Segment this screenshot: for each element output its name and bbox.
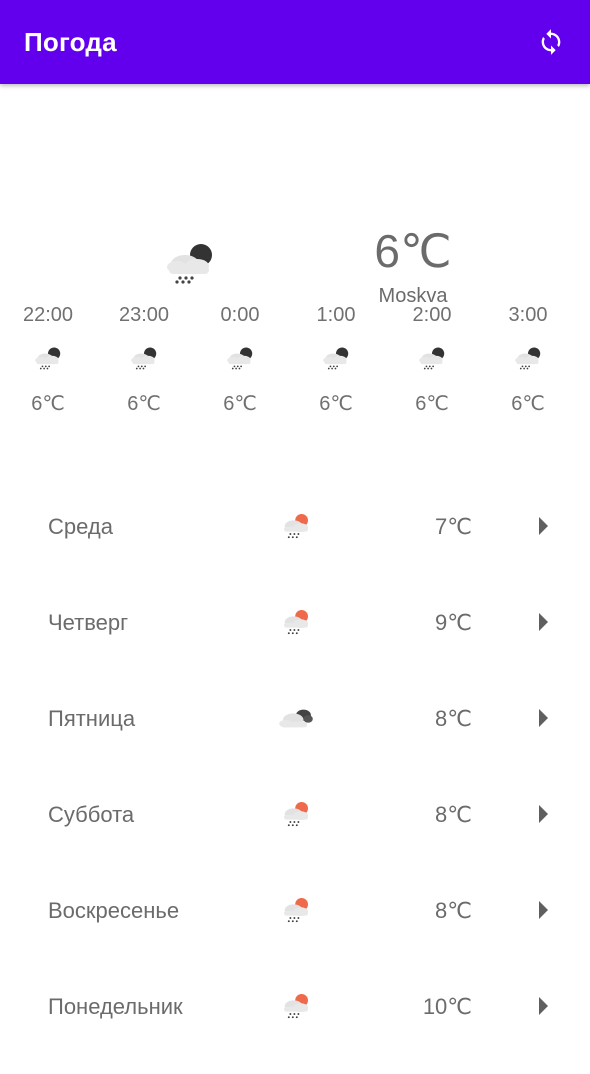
day-name: Пятница: [48, 706, 136, 731]
hour-time: 2:00: [412, 304, 452, 326]
hourly-item: 2:00 6℃: [384, 300, 480, 416]
day-temperature: 8℃: [435, 802, 472, 827]
chevron-right-icon[interactable]: [535, 898, 551, 922]
day-name: Воскресенье: [48, 898, 180, 923]
day-snow-icon: [280, 607, 312, 637]
hour-temperature: 6℃: [31, 393, 65, 415]
hourly-item: 3:00 6℃: [480, 300, 576, 416]
daily-row-sunday[interactable]: Воскресенье 8℃: [0, 862, 590, 958]
hourly-item: 22:00 6℃: [0, 300, 96, 416]
hour-temperature: 6℃: [511, 393, 545, 415]
day-snow-icon: [280, 895, 312, 925]
daily-row-saturday[interactable]: Суббота 8℃: [0, 766, 590, 862]
day-temperature: 8℃: [435, 898, 472, 923]
night-snow-icon: [163, 236, 217, 290]
hourly-forecast: 22:00 6℃ 23:00 6℃ 0:00 6℃ 1:00 6℃ 2:00 6…: [0, 300, 590, 440]
daily-row-wednesday[interactable]: Среда 7℃: [0, 478, 590, 574]
hourly-item: 0:00 6℃: [192, 300, 288, 416]
cloudy-night-icon: [277, 704, 315, 732]
day-temperature: 10℃: [422, 994, 472, 1019]
day-name: Четверг: [48, 610, 129, 635]
hour-temperature: 6℃: [223, 393, 257, 415]
hour-temperature: 6℃: [415, 393, 449, 415]
chevron-right-icon[interactable]: [535, 610, 551, 634]
night-snow-icon: [225, 343, 255, 373]
current-weather: 6℃ Moskva: [0, 84, 590, 307]
night-snow-icon: [321, 343, 351, 373]
hour-time: 3:00: [508, 304, 548, 326]
refresh-icon[interactable]: [534, 25, 568, 59]
day-name: Суббота: [48, 802, 135, 827]
day-name: Понедельник: [48, 994, 183, 1019]
hour-time: 1:00: [316, 304, 356, 326]
night-snow-icon: [33, 343, 63, 373]
app-title: Погода: [24, 26, 117, 57]
hour-time: 0:00: [220, 304, 260, 326]
day-temperature: 9℃: [435, 610, 472, 635]
night-snow-icon: [129, 343, 159, 373]
chevron-right-icon[interactable]: [535, 994, 551, 1018]
daily-row-thursday[interactable]: Четверг 9℃: [0, 574, 590, 670]
chevron-right-icon[interactable]: [535, 802, 551, 826]
day-temperature: 7℃: [435, 514, 472, 539]
daily-forecast: Среда 7℃ Четверг 9℃ Пятница 8℃ Суббота 8…: [0, 478, 590, 1054]
day-snow-icon: [280, 991, 312, 1021]
day-name: Среда: [48, 514, 113, 539]
daily-row-monday[interactable]: Понедельник 10℃: [0, 958, 590, 1054]
night-snow-icon: [513, 343, 543, 373]
current-temperature: 6℃: [374, 225, 452, 277]
hour-time: 23:00: [118, 304, 170, 326]
hour-temperature: 6℃: [127, 393, 161, 415]
day-snow-icon: [280, 511, 312, 541]
chevron-right-icon[interactable]: [535, 706, 551, 730]
day-temperature: 8℃: [435, 706, 472, 731]
hour-time: 22:00: [22, 304, 74, 326]
app-bar: Погода: [0, 0, 590, 84]
chevron-right-icon[interactable]: [535, 514, 551, 538]
hour-temperature: 6℃: [319, 393, 353, 415]
hourly-item: 1:00 6℃: [288, 300, 384, 416]
daily-row-friday[interactable]: Пятница 8℃: [0, 670, 590, 766]
hourly-item: 23:00 6℃: [96, 300, 192, 416]
night-snow-icon: [417, 343, 447, 373]
day-snow-icon: [280, 799, 312, 829]
